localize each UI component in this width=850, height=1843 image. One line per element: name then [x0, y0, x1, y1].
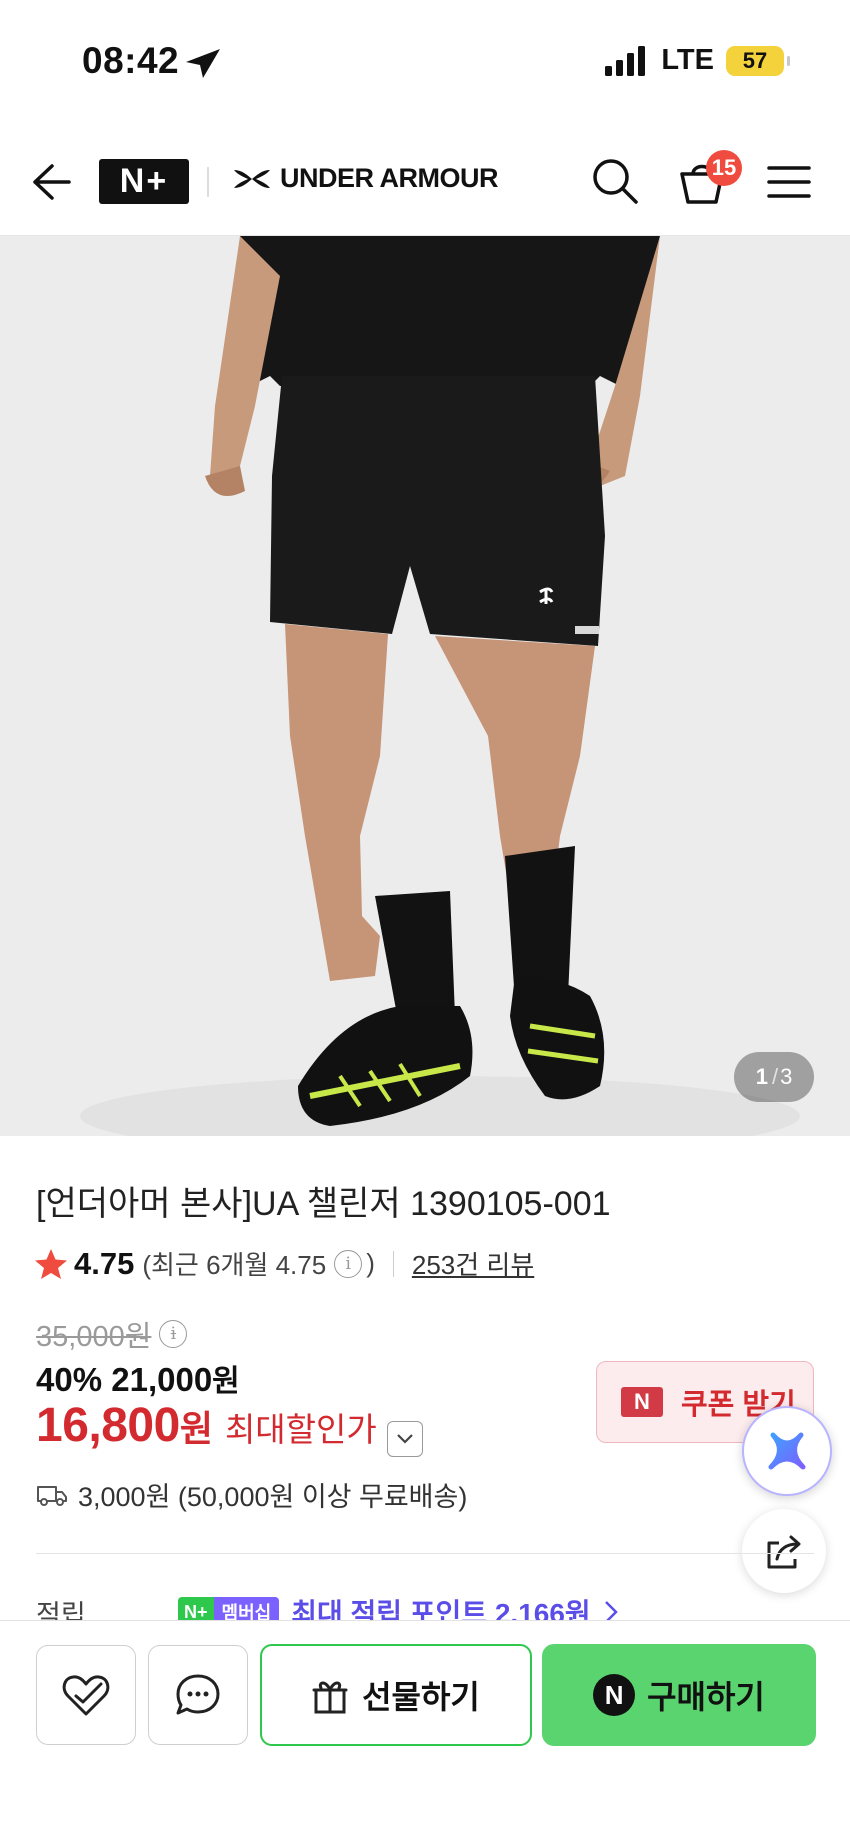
recent-rating: (최근 6개월 4.75: [142, 1250, 327, 1280]
product-photo-shorts: [0, 236, 850, 1136]
sale-price-currency: 원: [212, 1365, 240, 1398]
talk-button[interactable]: [148, 1645, 248, 1745]
truck-icon: [37, 1485, 67, 1506]
ai-assistant-button[interactable]: [742, 1406, 832, 1496]
signal-icon: [605, 45, 646, 76]
max-discount-price: 16,800: [36, 1399, 180, 1452]
under-armour-logo-icon: [234, 169, 270, 188]
wishlist-button[interactable]: [36, 1645, 136, 1745]
location-arrow-icon: [186, 49, 220, 78]
gallery-separator: /: [771, 1064, 779, 1089]
chevron-down-icon[interactable]: [386, 1421, 423, 1457]
gallery-counter: 1 / 3: [734, 1052, 814, 1102]
battery-indicator: 57: [726, 45, 790, 76]
rating-divider: [392, 1250, 394, 1277]
info-icon[interactable]: i: [334, 1249, 363, 1278]
naver-plus-logo[interactable]: N+: [99, 159, 189, 204]
gallery-current: 1: [755, 1064, 768, 1089]
gallery-total: 3: [780, 1064, 793, 1089]
star-icon: [35, 1248, 67, 1279]
back-arrow-icon[interactable]: [30, 163, 72, 201]
naver-n-icon: N: [621, 1387, 663, 1417]
gift-button[interactable]: 선물하기: [260, 1644, 532, 1746]
product-image[interactable]: [0, 236, 850, 1136]
menu-icon[interactable]: [766, 163, 812, 201]
sparkle-icon: [768, 1432, 806, 1470]
max-discount-label: 최대할인가: [224, 1411, 377, 1448]
status-indicators: LTE 57: [605, 44, 790, 77]
gift-label: 선물하기: [362, 1679, 480, 1715]
share-icon: [767, 1535, 801, 1569]
logo-divider: [207, 167, 209, 197]
product-title: [언더아머 본사]UA 챌린저 1390105-001: [36, 1185, 611, 1223]
brand-logo[interactable]: UNDER ARMOUR: [232, 163, 499, 194]
rating-row: 4.75 (최근 6개월 4.75 i ) 253건 리뷰: [34, 1245, 534, 1282]
price-info-icon[interactable]: i: [159, 1320, 188, 1348]
naver-pay-icon: N: [593, 1674, 636, 1716]
section-divider: [36, 1553, 814, 1554]
original-price: 35,000원: [36, 1321, 152, 1353]
rating-value: 4.75: [74, 1245, 135, 1281]
share-button[interactable]: [742, 1509, 826, 1593]
sale-price-row: 40% 21,000원: [36, 1356, 240, 1400]
shipping-text: 3,000원 (50,000원 이상 무료배송): [78, 1482, 468, 1512]
discount-rate: 40%: [36, 1361, 103, 1398]
heart-check-icon: [62, 1675, 110, 1716]
buy-label: 구매하기: [647, 1679, 765, 1715]
search-icon[interactable]: [590, 156, 640, 206]
shipping-info: 3,000원 (50,000원 이상 무료배송): [36, 1475, 467, 1514]
cart-count-badge: 15: [706, 150, 742, 186]
buy-button[interactable]: N 구매하기: [542, 1644, 816, 1746]
sale-price: 21,000: [111, 1361, 213, 1398]
original-price-row: 35,000원 i: [36, 1313, 188, 1355]
status-time: 08:42: [82, 40, 180, 81]
brand-name: UNDER ARMOUR: [280, 163, 499, 193]
max-discount-row: 16,800 원 최대할인가: [36, 1398, 423, 1457]
max-discount-currency: 원: [179, 1408, 213, 1449]
network-type: LTE: [661, 44, 714, 76]
chat-bubble-icon: [176, 1674, 220, 1715]
review-count-link[interactable]: 253건 리뷰: [412, 1245, 534, 1282]
gift-icon: [312, 1681, 348, 1714]
recent-rating-close: ): [366, 1248, 375, 1278]
